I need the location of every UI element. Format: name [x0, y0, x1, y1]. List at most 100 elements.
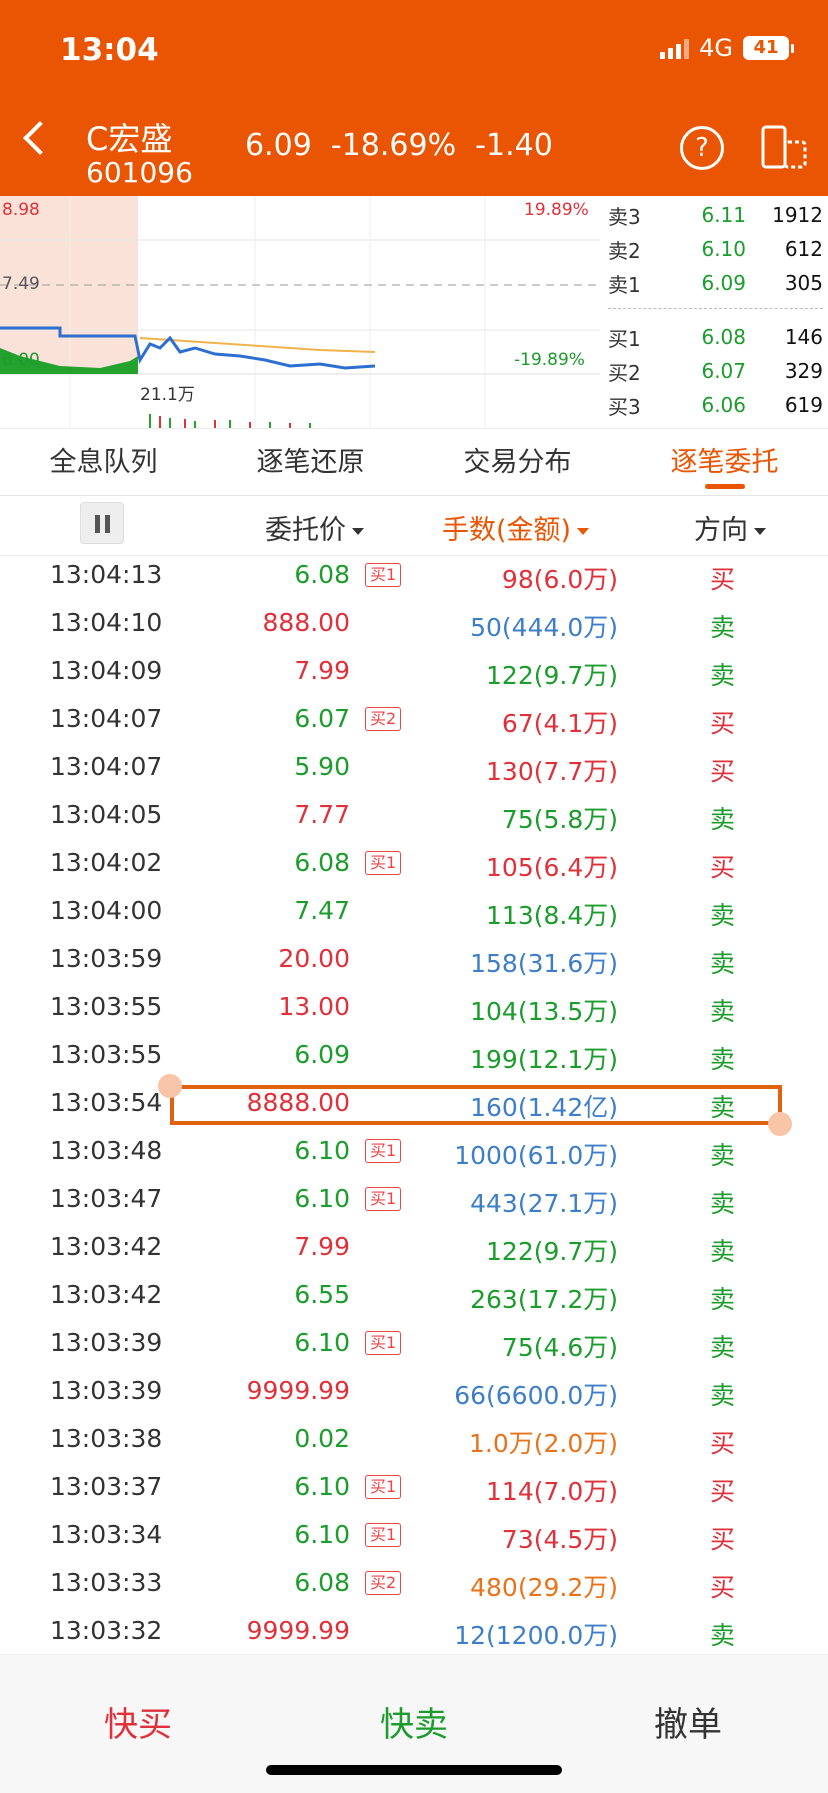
row-price: 7.47	[294, 896, 350, 925]
row-queue-tag: 买1	[365, 1187, 402, 1211]
table-row[interactable]: 13:04:10 888.00 50(444.0万) 卖	[0, 598, 828, 646]
table-row[interactable]: 13:03:33 6.08 买2 480(29.2万) 买	[0, 1558, 828, 1606]
row-queue-tag: 买1	[365, 1139, 402, 1163]
table-row[interactable]: 13:03:55 6.09 199(12.1万) 卖	[0, 1030, 828, 1078]
row-time: 13:03:47	[50, 1184, 163, 1213]
tab-tick-orders[interactable]: 逐笔委托	[621, 429, 828, 495]
table-row[interactable]: 13:04:09 7.99 122(9.7万) 卖	[0, 646, 828, 694]
row-direction: 卖	[710, 1045, 736, 1074]
table-row[interactable]: 13:04:02 6.08 买1 105(6.4万) 买	[0, 838, 828, 886]
row-price: 20.00	[278, 944, 350, 973]
row-direction: 卖	[710, 1237, 736, 1266]
sort-volume-header[interactable]: 手数(金额)	[442, 508, 590, 547]
table-row[interactable]: 13:04:05 7.77 75(5.8万) 卖	[0, 790, 828, 838]
quick-sell-button[interactable]: 快卖	[314, 1697, 514, 1746]
stock-quote: 6.09 -18.69% -1.40	[245, 128, 553, 163]
row-time: 13:04:02	[50, 848, 163, 877]
ask-row: 卖3 6.11 1912	[608, 203, 823, 229]
app-header: 13:04 4G 41 C宏盛 601096 6.09 -18.69% -1.4…	[0, 0, 828, 196]
back-chevron-icon[interactable]	[23, 121, 57, 155]
row-price: 6.10	[294, 1520, 350, 1549]
table-row[interactable]: 13:03:47 6.10 买1 443(27.1万) 卖	[0, 1174, 828, 1222]
chart-down-pct: -19.89%	[514, 350, 585, 370]
table-row[interactable]: 13:03:34 6.10 买1 73(4.5万) 买	[0, 1510, 828, 1558]
bid-row: 买2 6.07 329	[608, 359, 823, 385]
row-direction: 卖	[710, 661, 736, 690]
sort-direction-header[interactable]: 方向	[694, 508, 766, 547]
detail-tabs: 全息队列 逐笔还原 交易分布 逐笔委托	[0, 428, 828, 496]
status-icons: 4G 41	[660, 34, 794, 62]
cancel-order-button[interactable]: 撤单	[588, 1697, 788, 1746]
row-direction: 买	[710, 1525, 736, 1554]
row-direction: 买	[710, 853, 736, 882]
row-time: 13:03:38	[50, 1424, 163, 1453]
row-price: 6.09	[294, 1040, 350, 1069]
row-direction: 买	[710, 709, 736, 738]
table-row[interactable]: 13:03:38 0.02 1.0万(2.0万) 买	[0, 1414, 828, 1462]
tab-tick-restore[interactable]: 逐笔还原	[207, 429, 414, 495]
row-queue-tag: 买1	[365, 1523, 402, 1547]
chart-high-label: 8.98	[2, 200, 40, 220]
row-queue-tag: 买1	[365, 1475, 402, 1499]
ask-row: 卖2 6.10 612	[608, 237, 823, 263]
row-volume: 75(4.6万)	[501, 1333, 618, 1362]
stock-change-pct: -18.69%	[330, 128, 457, 163]
row-direction: 卖	[710, 613, 736, 642]
table-row[interactable]: 13:04:07 6.07 买2 67(4.1万) 买	[0, 694, 828, 742]
home-indicator	[266, 1765, 562, 1775]
table-row[interactable]: 13:03:39 9999.99 66(6600.0万) 卖	[0, 1366, 828, 1414]
table-row[interactable]: 13:03:59 20.00 158(31.6万) 卖	[0, 934, 828, 982]
table-row[interactable]: 13:03:55 13.00 104(13.5万) 卖	[0, 982, 828, 1030]
row-time: 13:04:00	[50, 896, 163, 925]
row-queue-tag: 买1	[365, 563, 402, 587]
row-time: 13:04:07	[50, 704, 163, 733]
row-price: 0.02	[294, 1424, 350, 1453]
row-time: 13:03:37	[50, 1472, 163, 1501]
row-time: 13:03:48	[50, 1136, 163, 1165]
table-row[interactable]: 13:03:32 9999.99 12(1200.0万) 卖	[0, 1606, 828, 1654]
stock-name: C宏盛	[86, 120, 173, 158]
row-direction: 卖	[710, 1333, 736, 1362]
battery-level: 41	[743, 36, 789, 60]
table-row[interactable]: 13:03:37 6.10 买1 114(7.0万) 买	[0, 1462, 828, 1510]
table-row[interactable]: 13:04:00 7.47 113(8.4万) 卖	[0, 886, 828, 934]
pause-icon[interactable]	[80, 502, 124, 544]
bid-row: 买1 6.08 146	[608, 325, 823, 351]
row-direction: 买	[710, 1573, 736, 1602]
table-row[interactable]: 13:03:39 6.10 买1 75(4.6万) 卖	[0, 1318, 828, 1366]
row-price: 9999.99	[246, 1616, 350, 1645]
tab-full-queue[interactable]: 全息队列	[0, 429, 207, 495]
row-volume: 199(12.1万)	[470, 1045, 618, 1074]
tab-trade-distribution[interactable]: 交易分布	[414, 429, 621, 495]
row-direction: 卖	[710, 1381, 736, 1410]
row-time: 13:03:55	[50, 992, 163, 1021]
row-time: 13:03:42	[50, 1232, 163, 1261]
intraday-chart[interactable]: 8.98 7.49 6.00 19.89% -19.89% 21.1万	[0, 196, 600, 428]
row-volume: 263(17.2万)	[470, 1285, 618, 1314]
row-time: 13:04:05	[50, 800, 163, 829]
row-volume: 443(27.1万)	[470, 1189, 618, 1218]
row-direction: 卖	[710, 949, 736, 978]
sort-price-header[interactable]: 委托价	[265, 508, 364, 547]
row-time: 13:04:07	[50, 752, 163, 781]
table-row[interactable]: 13:04:07 5.90 130(7.7万) 买	[0, 742, 828, 790]
table-row[interactable]: 13:03:42 6.55 263(17.2万) 卖	[0, 1270, 828, 1318]
row-volume: 114(7.0万)	[486, 1477, 618, 1506]
row-direction: 卖	[710, 901, 736, 930]
row-time: 13:03:34	[50, 1520, 163, 1549]
quick-buy-button[interactable]: 快买	[38, 1697, 238, 1746]
row-volume: 130(7.7万)	[486, 757, 618, 786]
battery-icon: 41	[743, 36, 794, 60]
row-volume: 158(31.6万)	[470, 949, 618, 978]
chart-low-label: 6.00	[2, 350, 40, 370]
table-row[interactable]: 13:04:13 6.08 买1 98(6.0万) 买	[0, 550, 828, 598]
stock-code: 601096	[86, 156, 193, 189]
landscape-switch-icon[interactable]	[760, 124, 808, 170]
row-volume: 66(6600.0万)	[454, 1381, 618, 1410]
row-price: 9999.99	[246, 1376, 350, 1405]
help-icon[interactable]: ?	[680, 126, 724, 170]
table-row[interactable]: 13:03:42 7.99 122(9.7万) 卖	[0, 1222, 828, 1270]
row-direction: 买	[710, 565, 736, 594]
table-row[interactable]: 13:03:48 6.10 买1 1000(61.0万) 卖	[0, 1126, 828, 1174]
row-volume: 105(6.4万)	[486, 853, 618, 882]
